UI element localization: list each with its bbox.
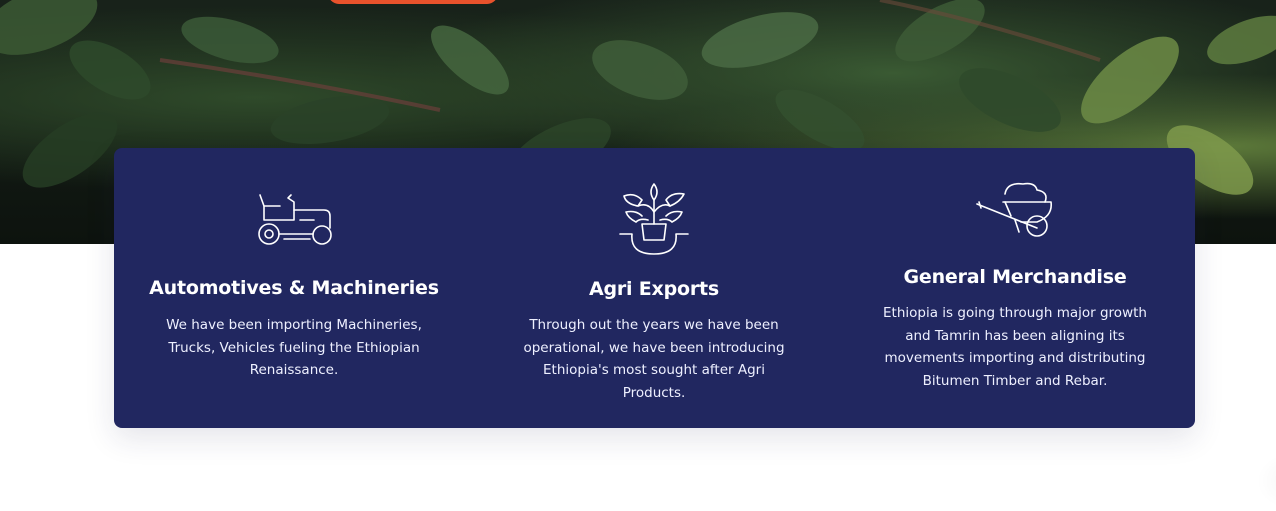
service-description: Through out the years we have been opera… (523, 317, 785, 401)
wheelbarrow-icon (975, 180, 1055, 242)
service-description: We have been importing Machineries, Truc… (166, 317, 422, 378)
service-title: Agri Exports (588, 278, 720, 300)
hero-cta-button[interactable] (328, 0, 498, 4)
corner-decoration (1256, 451, 1276, 511)
service-title: General Merchandise (903, 266, 1127, 288)
service-title: Automotives & Machineries (149, 277, 439, 299)
service-description: Ethiopia is going through major growth a… (883, 305, 1147, 389)
lawn-tractor-icon (254, 192, 334, 252)
potted-plant-icon (618, 182, 690, 262)
services-card: Automotives & Machineries We have been i… (114, 148, 1195, 428)
